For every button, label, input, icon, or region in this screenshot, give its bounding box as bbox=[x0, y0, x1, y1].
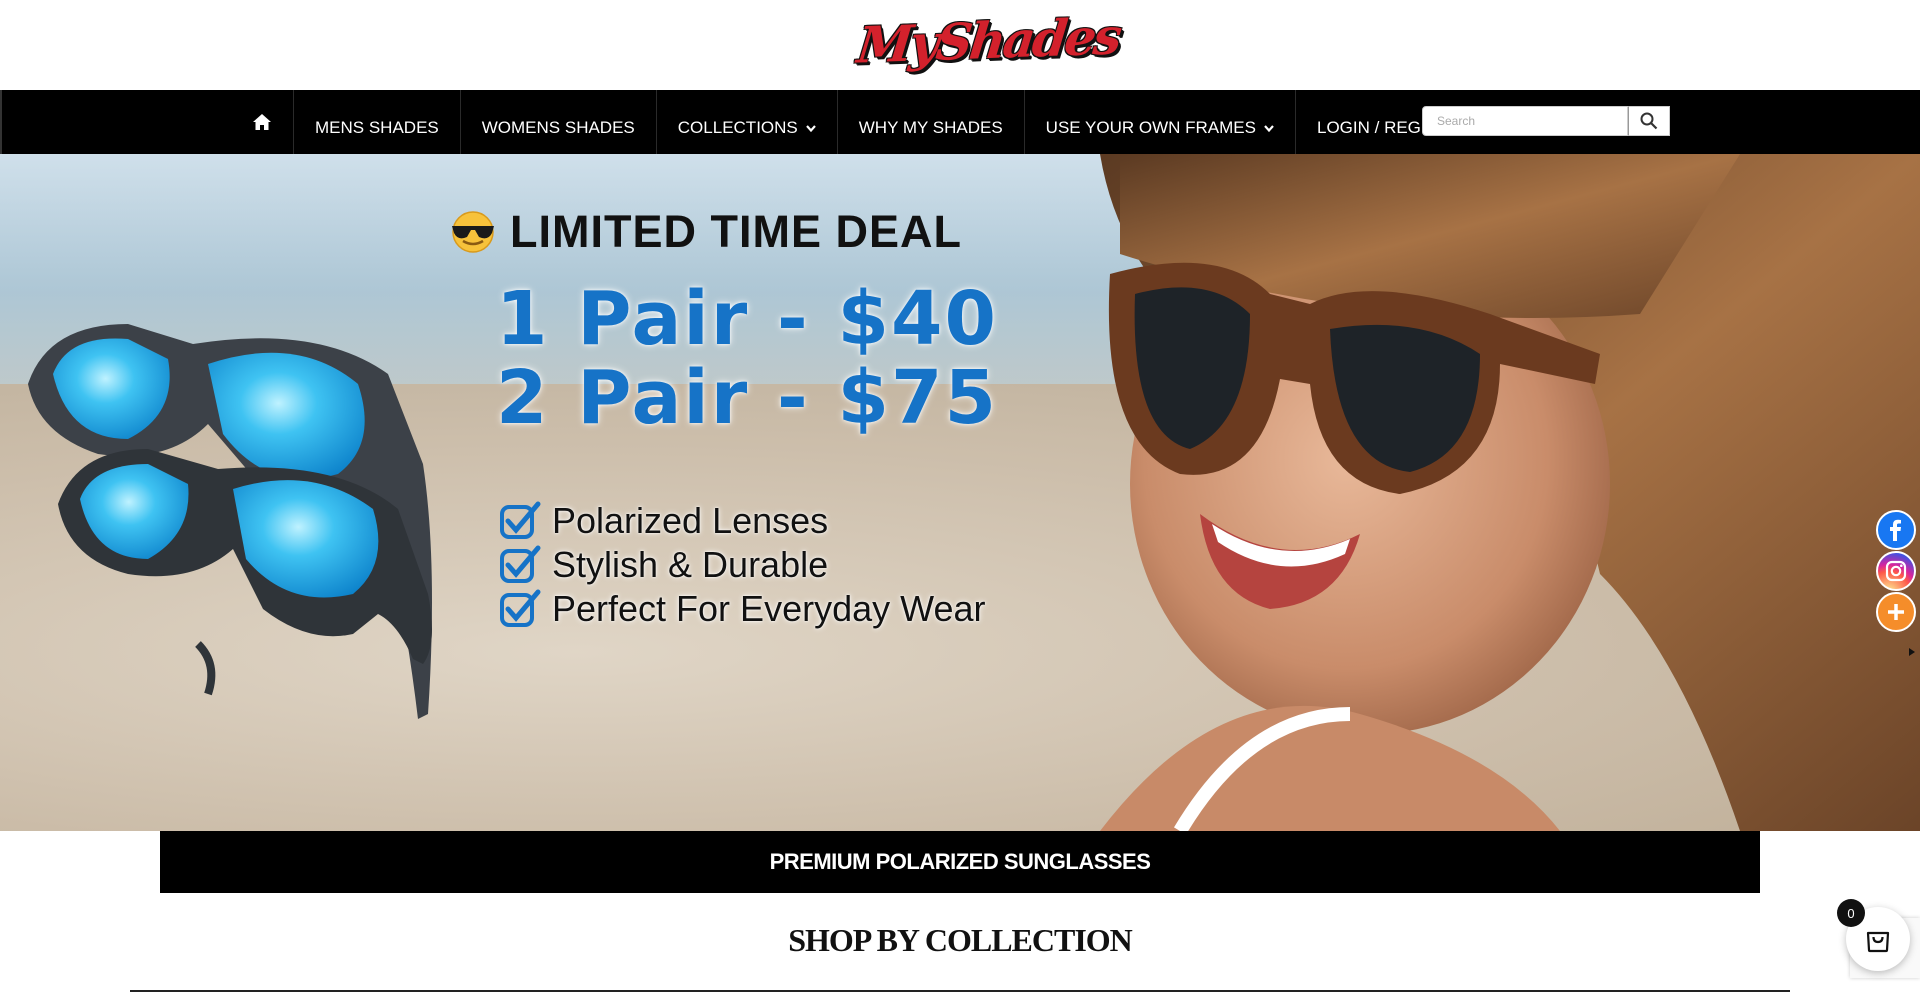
search-input[interactable] bbox=[1422, 106, 1628, 136]
site-header: MyShades bbox=[0, 0, 1920, 90]
instagram-icon bbox=[1885, 560, 1907, 582]
nav-item-why-my-shades[interactable]: WHY MY SHADES bbox=[836, 90, 1024, 154]
main-navigation: MENS SHADES WOMENS SHADES COLLECTIONS WH… bbox=[0, 90, 1920, 154]
sunglasses-emoji-icon bbox=[452, 211, 494, 253]
checkmark-icon bbox=[500, 545, 541, 583]
nav-item-label: MENS SHADES bbox=[315, 118, 439, 137]
deal-heading-text: LIMITED TIME DEAL bbox=[510, 206, 962, 257]
price-two-pair: 2 Pair - $75 bbox=[496, 355, 999, 441]
checkmark-icon bbox=[500, 501, 541, 539]
shopping-bag-icon bbox=[1866, 931, 1890, 953]
plus-icon bbox=[1888, 604, 1904, 620]
shop-by-collection-heading: SHOP BY COLLECTION bbox=[788, 922, 1133, 958]
feature-item: Stylish & Durable bbox=[500, 544, 828, 586]
nav-item-use-your-own-frames[interactable]: USE YOUR OWN FRAMES bbox=[1023, 90, 1295, 154]
promo-text: PREMIUM POLARIZED SUNGLASSES bbox=[769, 849, 1151, 874]
logo-text: MyShades bbox=[854, 6, 1122, 75]
feature-text: Perfect For Everyday Wear bbox=[552, 588, 986, 629]
feature-item: Polarized Lenses bbox=[500, 500, 828, 542]
deal-content: LIMITED TIME DEAL bbox=[448, 206, 962, 258]
search-box bbox=[1422, 106, 1670, 136]
nav-item-label: USE YOUR OWN FRAMES bbox=[1045, 118, 1256, 137]
nav-home[interactable] bbox=[235, 90, 293, 154]
more-share-button[interactable] bbox=[1876, 592, 1916, 632]
facebook-icon bbox=[1890, 519, 1901, 541]
nav-menu: MENS SHADES WOMENS SHADES COLLECTIONS WH… bbox=[235, 90, 1492, 154]
nav-item-label: COLLECTIONS bbox=[677, 118, 798, 137]
woman-wearing-sunglasses-image bbox=[1100, 154, 1920, 831]
nav-item-label: WHY MY SHADES bbox=[858, 118, 1003, 137]
nav-item-mens-shades[interactable]: MENS SHADES bbox=[293, 90, 460, 154]
hide-arrow-icon[interactable] bbox=[1906, 646, 1918, 658]
chevron-down-icon bbox=[1264, 125, 1274, 133]
search-icon bbox=[1640, 112, 1658, 130]
promo-strip: PREMIUM POLARIZED SUNGLASSES bbox=[160, 831, 1760, 893]
checkmark-icon bbox=[500, 589, 541, 627]
sunglasses-product-image bbox=[28, 324, 432, 719]
feature-item: Perfect For Everyday Wear bbox=[500, 588, 985, 630]
nav-item-womens-shades[interactable]: WOMENS SHADES bbox=[459, 90, 656, 154]
facebook-share-button[interactable] bbox=[1876, 510, 1916, 550]
deal-heading: LIMITED TIME DEAL bbox=[448, 206, 962, 258]
nav-item-collections[interactable]: COLLECTIONS bbox=[655, 90, 837, 154]
instagram-share-button[interactable] bbox=[1876, 551, 1916, 591]
hero-banner[interactable]: LIMITED TIME DEAL 1 Pair - $40 2 Pair - … bbox=[0, 154, 1920, 831]
feature-text: Polarized Lenses bbox=[552, 500, 829, 541]
price-one-pair: 1 Pair - $40 bbox=[496, 276, 999, 362]
nav-item-label: WOMENS SHADES bbox=[481, 118, 635, 137]
feature-text: Stylish & Durable bbox=[552, 544, 829, 585]
section-divider bbox=[130, 990, 1790, 992]
social-share-bar bbox=[1876, 510, 1920, 656]
home-icon bbox=[253, 114, 271, 130]
cart-count-badge: 0 bbox=[1837, 899, 1865, 927]
myshades-logo[interactable]: MyShades bbox=[854, 7, 1122, 82]
search-button[interactable] bbox=[1628, 106, 1670, 136]
chevron-down-icon bbox=[805, 125, 816, 133]
